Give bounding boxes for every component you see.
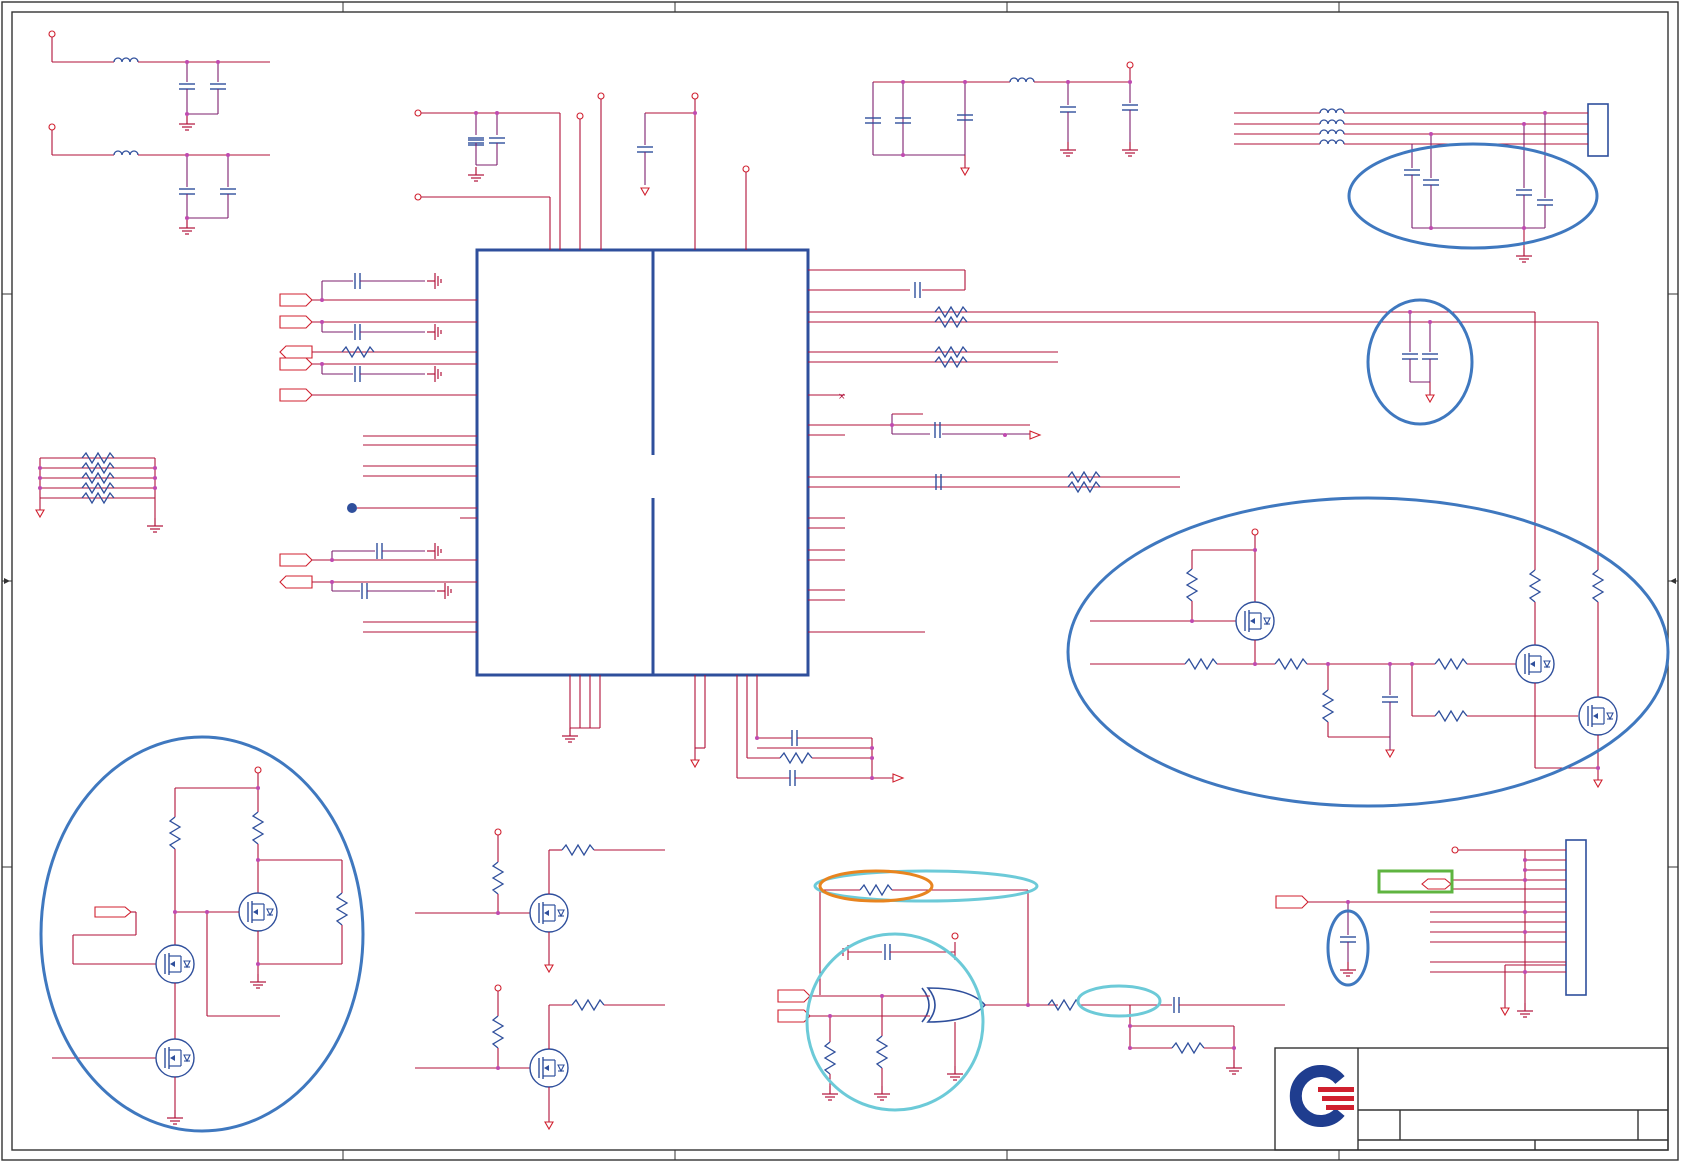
highlight-ellipse-series-resistor <box>1076 984 1162 1018</box>
decoupling-pair-right <box>1401 310 1439 404</box>
ic-top-connections <box>414 92 750 250</box>
highlight-ellipse-power-switch <box>39 735 365 1133</box>
highlight-ellipse-connector-caps <box>1347 142 1599 250</box>
ic-bottom-connections <box>561 675 905 787</box>
ic-right-connections: × <box>808 269 1598 633</box>
input-filter-1 <box>48 30 270 131</box>
schematic-sheet: × <box>1 1 1679 1161</box>
bottom-right-connector <box>1275 839 1587 1018</box>
driver-fet-1 <box>415 828 665 974</box>
company-logo-icon <box>1289 1065 1354 1127</box>
level-shifter-circuit <box>1090 312 1618 789</box>
top-right-connector <box>1234 103 1609 263</box>
highlight-ellipse-level-shifter <box>1066 496 1670 808</box>
svg-text:×: × <box>838 392 846 402</box>
pullup-resistor-array <box>35 452 164 533</box>
xor-gate-circuit <box>777 884 1285 1101</box>
input-filter-2 <box>48 123 270 235</box>
highlight-ellipse-decoupling <box>1366 298 1474 426</box>
highlight-circle-xor-gate <box>805 932 985 1112</box>
power-filter-top <box>864 61 1139 177</box>
ic-left-connections <box>279 272 477 633</box>
highlight-ellipse-feedback-resistor <box>813 869 1039 903</box>
main-ic <box>475 248 810 677</box>
driver-fet-2 <box>415 984 665 1131</box>
power-switch-circuit <box>52 766 348 1125</box>
sheet-frame <box>1 1 1679 1161</box>
